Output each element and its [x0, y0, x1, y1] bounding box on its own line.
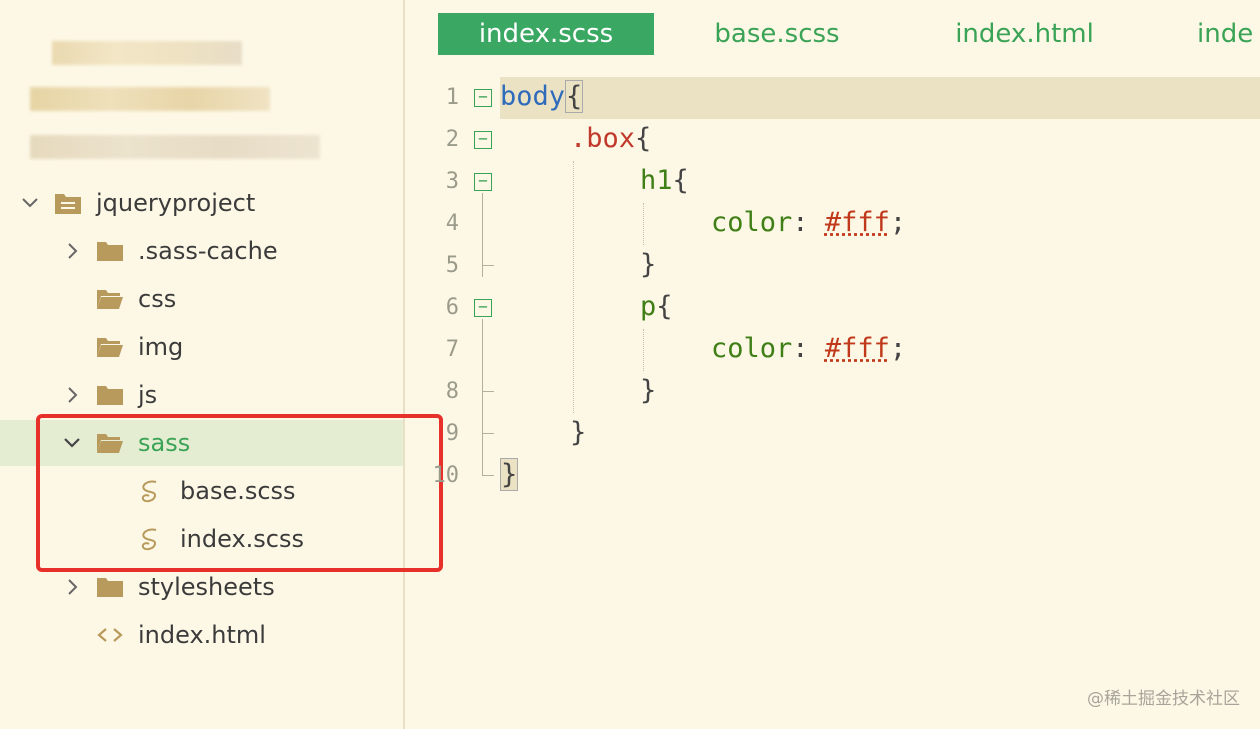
line-number: 4 [445, 211, 459, 236]
semicolon-token: ; [889, 333, 907, 364]
tree-item-label: index.html [138, 621, 266, 649]
chevron-right-icon[interactable] [63, 241, 83, 261]
selector-token: .box [570, 123, 636, 154]
tree-item-label: img [138, 333, 184, 361]
code-line[interactable]: 1 − body{ [407, 77, 1260, 119]
fold-collapse-icon[interactable]: − [474, 131, 492, 149]
red-highlight-annotation [36, 414, 443, 572]
fold-collapse-icon[interactable]: − [474, 299, 492, 317]
tree-item-css[interactable]: css [0, 276, 403, 322]
code-line[interactable]: 7 color: #fff; [407, 329, 1260, 371]
chevron-right-icon[interactable] [63, 577, 83, 597]
tree-item-label: .sass-cache [138, 237, 278, 265]
tree-item-index-html[interactable]: index.html [0, 612, 403, 658]
fold-collapse-icon[interactable]: − [474, 89, 492, 107]
line-number: 5 [445, 253, 459, 278]
chevron-down-icon[interactable] [20, 193, 40, 213]
line-number: 2 [445, 127, 459, 152]
code-line[interactable]: 5 } [407, 245, 1260, 287]
html-file-icon [96, 623, 124, 647]
brace-token: } [500, 458, 519, 491]
brace-token: { [656, 291, 673, 322]
folder-icon [96, 239, 124, 263]
brace-token: { [672, 165, 689, 196]
property-token: color [711, 333, 793, 364]
code-line[interactable]: 9 } [407, 413, 1260, 455]
folder-icon [96, 383, 124, 407]
code-line[interactable]: 10 } [407, 455, 1260, 497]
line-number: 1 [445, 85, 459, 110]
code-area[interactable]: 1 − body{ 2 − .box{ 3 − h1{ 4 color: #ff… [407, 77, 1260, 517]
property-token: color [711, 207, 793, 238]
brace-token: } [570, 417, 587, 448]
tree-item-img[interactable]: img [0, 324, 403, 370]
folder-open-icon [96, 287, 124, 311]
code-line[interactable]: 3 − h1{ [407, 161, 1260, 203]
line-number: 6 [445, 295, 459, 320]
line-number: 10 [432, 463, 460, 488]
code-line[interactable]: 8 } [407, 371, 1260, 413]
brace-token: } [640, 249, 657, 280]
code-editor: index.scss base.scss index.html inde 1 −… [407, 0, 1260, 729]
colon-token: : [792, 333, 809, 364]
selector-token: h1 [640, 165, 673, 196]
line-number: 3 [445, 169, 459, 194]
folder-icon [96, 575, 124, 599]
tab-index-html[interactable]: index.html [937, 13, 1112, 55]
code-line[interactable]: 4 color: #fff; [407, 203, 1260, 245]
selector-token: body [500, 81, 566, 112]
tree-item-label: stylesheets [138, 573, 275, 601]
colon-token: : [792, 207, 809, 238]
line-number: 8 [445, 379, 459, 404]
line-number: 7 [445, 337, 459, 362]
tree-item-label: js [138, 381, 158, 409]
file-explorer-sidebar: jqueryproject .sass-cache css img js sas… [0, 0, 443, 729]
value-token: #fff [824, 333, 890, 364]
watermark: @稀土掘金技术社区 [1087, 689, 1240, 709]
tree-item-jqueryproject[interactable]: jqueryproject [0, 180, 403, 226]
blurred-region [30, 35, 330, 175]
tab-overflow[interactable]: inde [1197, 13, 1260, 55]
brace-token: { [635, 123, 652, 154]
brace-token: } [640, 375, 657, 406]
code-line[interactable]: 6 − p{ [407, 287, 1260, 329]
tree-item-label: jqueryproject [96, 189, 256, 217]
brace-token: { [565, 80, 584, 113]
tree-item-label: css [138, 285, 177, 313]
chevron-right-icon[interactable] [63, 385, 83, 405]
semicolon-token: ; [889, 207, 907, 238]
value-token: #fff [824, 207, 890, 238]
line-number: 9 [445, 421, 459, 446]
tree-item-sass-cache[interactable]: .sass-cache [0, 228, 403, 274]
project-folder-icon [54, 191, 82, 215]
fold-collapse-icon[interactable]: − [474, 173, 492, 191]
selector-token: p [640, 291, 657, 322]
code-line[interactable]: 2 − .box{ [407, 119, 1260, 161]
tab-bar: index.scss base.scss index.html inde [407, 0, 1260, 62]
tab-base-scss[interactable]: base.scss [697, 13, 857, 55]
tree-item-js[interactable]: js [0, 372, 403, 418]
tab-index-scss[interactable]: index.scss [438, 13, 654, 55]
folder-open-icon [96, 335, 124, 359]
